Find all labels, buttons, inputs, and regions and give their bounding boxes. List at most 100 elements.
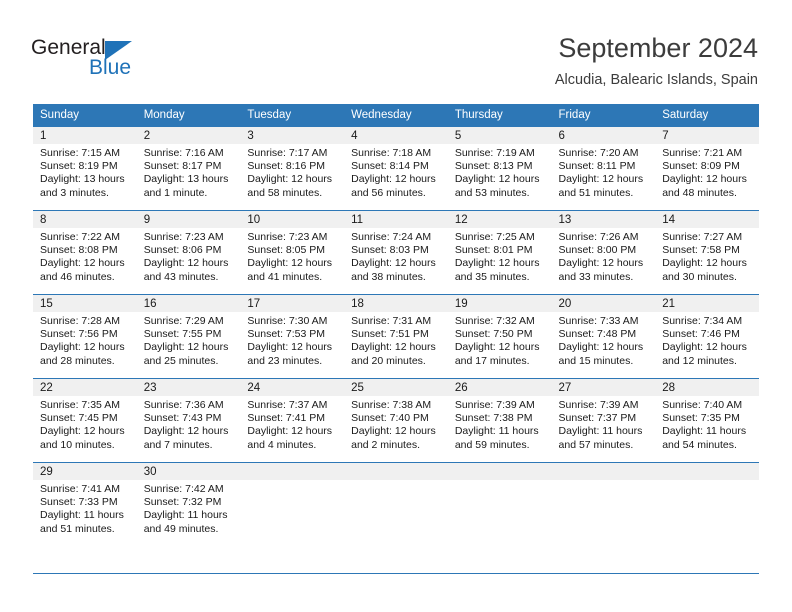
day-sun-info [344,480,448,483]
day-number: 17 [240,295,345,312]
day-number: 27 [551,379,656,396]
day-info-daylight-line1: Daylight: 12 hours [454,257,540,270]
calendar-day-cell[interactable]: 20 Sunrise: 7:33 AM Sunset: 7:48 PM Dayligh… [551,294,656,378]
day-info-daylight-line1: Daylight: 12 hours [143,257,229,270]
day-number: 10 [240,211,345,228]
day-number: 13 [551,211,656,228]
day-info-sunset: Sunset: 7:35 PM [662,412,740,425]
calendar-cell-inner: 2 Sunrise: 7:16 AM Sunset: 8:17 PM Daylight… [136,126,241,210]
day-info-daylight-line1: Daylight: 12 hours [247,425,333,438]
calendar-cell-inner: 14 Sunrise: 7:27 AM Sunset: 7:58 PM Dayligh… [655,210,759,294]
calendar-day-cell[interactable]: 15 Sunrise: 7:28 AM Sunset: 7:56 PM Dayligh… [33,294,137,378]
day-info-sunset: Sunset: 8:17 PM [143,160,222,173]
day-sun-info: Sunrise: 7:27 AM Sunset: 7:58 PM Daylight:… [655,228,759,284]
calendar-cell-inner: 20 Sunrise: 7:33 AM Sunset: 7:48 PM Dayligh… [551,294,656,378]
calendar-cell-inner: 12 Sunrise: 7:25 AM Sunset: 8:01 PM Dayligh… [447,210,552,294]
day-info-daylight-line2: and 38 minutes. [351,270,426,283]
day-info-sunrise: Sunrise: 7:17 AM [247,147,328,159]
calendar-day-cell[interactable]: 2 Sunrise: 7:16 AM Sunset: 8:17 PM Daylight… [136,126,241,210]
calendar-week-row: 8 Sunrise: 7:22 AM Sunset: 8:08 PM Daylight… [33,210,759,294]
calendar-week-row: 1 Sunrise: 7:15 AM Sunset: 8:19 PM Daylight… [33,126,759,210]
calendar-day-cell[interactable]: 9 Sunrise: 7:23 AM Sunset: 8:06 PM Daylight… [136,210,241,294]
calendar-day-cell[interactable]: 23 Sunrise: 7:36 AM Sunset: 7:43 PM Dayligh… [136,378,241,462]
calendar-cell-inner: 13 Sunrise: 7:26 AM Sunset: 8:00 PM Dayligh… [551,210,656,294]
calendar-cell-inner: 6 Sunrise: 7:20 AM Sunset: 8:11 PM Daylight… [551,126,656,210]
day-info-sunset: Sunset: 7:37 PM [558,412,637,425]
calendar-cell-inner: 18 Sunrise: 7:31 AM Sunset: 7:51 PM Dayligh… [344,294,448,378]
day-info-sunset: Sunset: 7:58 PM [662,244,740,257]
day-sun-info: Sunrise: 7:36 AM Sunset: 7:43 PM Daylight:… [137,396,241,452]
calendar-day-cell[interactable]: 27 Sunrise: 7:39 AM Sunset: 7:37 PM Dayligh… [551,378,656,462]
day-number: 11 [344,211,448,228]
calendar-cell-inner [344,462,448,546]
day-info-daylight-line1: Daylight: 11 hours [143,509,228,522]
day-info-daylight-line1: Daylight: 12 hours [558,173,644,186]
calendar-cell-inner: 19 Sunrise: 7:32 AM Sunset: 7:50 PM Dayligh… [447,294,552,378]
calendar-day-cell[interactable]: 19 Sunrise: 7:32 AM Sunset: 7:50 PM Dayligh… [447,294,552,378]
day-info-daylight-line2: and 43 minutes. [143,270,219,283]
calendar-day-cell[interactable]: 8 Sunrise: 7:22 AM Sunset: 8:08 PM Daylight… [33,210,137,294]
day-info-daylight-line1: Daylight: 12 hours [558,257,644,270]
calendar-day-cell[interactable]: 4 Sunrise: 7:18 AM Sunset: 8:14 PM Daylight… [344,126,448,210]
day-sun-info: Sunrise: 7:16 AM Sunset: 8:17 PM Daylight:… [137,144,241,200]
calendar-bottom-rule [33,573,759,574]
day-info-sunrise: Sunrise: 7:23 AM [247,231,328,243]
day-info-daylight-line2: and 51 minutes. [40,522,115,535]
day-info-sunrise: Sunrise: 7:16 AM [143,147,224,159]
calendar-day-cell[interactable]: 11 Sunrise: 7:24 AM Sunset: 8:03 PM Dayligh… [344,210,448,294]
calendar-header-row: Sunday Monday Tuesday Wednesday Thursday… [33,104,759,126]
day-info-sunrise: Sunrise: 7:32 AM [454,315,535,327]
calendar-day-cell[interactable]: 7 Sunrise: 7:21 AM Sunset: 8:09 PM Daylight… [655,126,759,210]
calendar-day-cell[interactable]: 10 Sunrise: 7:23 AM Sunset: 8:05 PM Dayligh… [240,210,345,294]
general-blue-logo[interactable]: General Blue [31,36,171,82]
day-sun-info: Sunrise: 7:18 AM Sunset: 8:14 PM Daylight:… [344,144,448,200]
calendar-cell-inner: 27 Sunrise: 7:39 AM Sunset: 7:37 PM Dayligh… [551,378,656,462]
calendar-day-cell[interactable]: 14 Sunrise: 7:27 AM Sunset: 7:58 PM Dayligh… [655,210,759,294]
day-info-daylight-line1: Daylight: 12 hours [351,257,436,270]
calendar-day-cell[interactable]: 1 Sunrise: 7:15 AM Sunset: 8:19 PM Daylight… [33,126,137,210]
day-number: 15 [33,295,137,312]
day-info-daylight-line1: Daylight: 12 hours [40,341,125,354]
calendar-day-cell[interactable]: 29 Sunrise: 7:41 AM Sunset: 7:33 PM Dayligh… [33,462,137,546]
calendar-cell-inner [447,462,552,546]
calendar-day-cell[interactable]: 12 Sunrise: 7:25 AM Sunset: 8:01 PM Dayligh… [447,210,552,294]
day-info-sunrise: Sunrise: 7:27 AM [662,231,743,243]
calendar-week-row: 29 Sunrise: 7:41 AM Sunset: 7:33 PM Dayligh… [33,462,759,546]
day-info-daylight-line2: and 48 minutes. [662,186,737,199]
day-info-daylight-line1: Daylight: 12 hours [662,341,747,354]
calendar-week-row: 22 Sunrise: 7:35 AM Sunset: 7:45 PM Dayligh… [33,378,759,462]
calendar-day-cell[interactable]: 28 Sunrise: 7:40 AM Sunset: 7:35 PM Dayligh… [655,378,759,462]
calendar-table: Sunday Monday Tuesday Wednesday Thursday… [33,104,759,546]
calendar-day-cell[interactable]: 30 Sunrise: 7:42 AM Sunset: 7:32 PM Dayligh… [136,462,241,546]
day-sun-info: Sunrise: 7:23 AM Sunset: 8:06 PM Daylight:… [137,228,241,284]
day-number: 18 [344,295,448,312]
day-number: 9 [136,211,241,228]
calendar-day-cell[interactable]: 24 Sunrise: 7:37 AM Sunset: 7:41 PM Dayligh… [240,378,345,462]
day-info-daylight-line2: and 7 minutes. [143,438,213,451]
day-info-daylight-line2: and 35 minutes. [454,270,530,283]
calendar-day-cell[interactable]: 5 Sunrise: 7:19 AM Sunset: 8:13 PM Daylight… [447,126,552,210]
day-sun-info: Sunrise: 7:31 AM Sunset: 7:51 PM Daylight:… [344,312,448,368]
day-sun-info: Sunrise: 7:42 AM Sunset: 7:32 PM Daylight:… [137,480,241,536]
calendar-day-cell[interactable]: 26 Sunrise: 7:39 AM Sunset: 7:38 PM Dayligh… [447,378,552,462]
calendar-day-cell[interactable]: 6 Sunrise: 7:20 AM Sunset: 8:11 PM Daylight… [551,126,656,210]
calendar-day-cell[interactable]: 17 Sunrise: 7:30 AM Sunset: 7:53 PM Dayligh… [240,294,345,378]
calendar-day-cell[interactable]: 18 Sunrise: 7:31 AM Sunset: 7:51 PM Dayligh… [344,294,448,378]
calendar-day-cell[interactable]: 16 Sunrise: 7:29 AM Sunset: 7:55 PM Dayligh… [136,294,241,378]
day-sun-info: Sunrise: 7:17 AM Sunset: 8:16 PM Daylight:… [240,144,344,200]
calendar-day-cell[interactable]: 22 Sunrise: 7:35 AM Sunset: 7:45 PM Dayligh… [33,378,137,462]
calendar-day-cell[interactable]: 3 Sunrise: 7:17 AM Sunset: 8:16 PM Daylight… [240,126,345,210]
day-info-sunrise: Sunrise: 7:38 AM [351,399,432,411]
calendar-day-cell[interactable]: 21 Sunrise: 7:34 AM Sunset: 7:46 PM Dayligh… [655,294,759,378]
weekday-header-tuesday: Tuesday [240,104,345,126]
day-info-daylight-line1: Daylight: 12 hours [40,257,125,270]
day-info-daylight-line1: Daylight: 12 hours [143,341,229,354]
calendar-day-cell[interactable]: 25 Sunrise: 7:38 AM Sunset: 7:40 PM Dayligh… [344,378,448,462]
calendar-empty-cell [344,462,448,546]
day-info-daylight-line2: and 30 minutes. [662,270,737,283]
day-number: 5 [447,127,552,144]
calendar-day-cell[interactable]: 13 Sunrise: 7:26 AM Sunset: 8:00 PM Dayligh… [551,210,656,294]
day-info-daylight-line2: and 54 minutes. [662,438,737,451]
day-info-daylight-line2: and 10 minutes. [40,438,115,451]
calendar-cell-inner: 3 Sunrise: 7:17 AM Sunset: 8:16 PM Daylight… [240,126,345,210]
